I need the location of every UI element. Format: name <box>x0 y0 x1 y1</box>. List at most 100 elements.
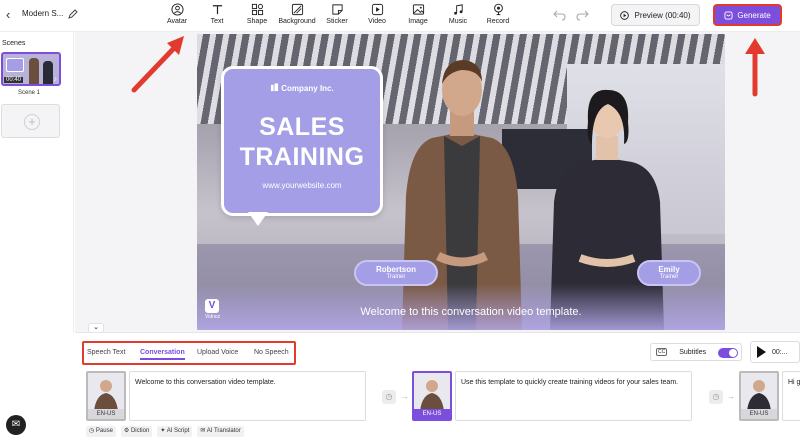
pause-tool-button[interactable]: ◷ Pause <box>86 426 116 437</box>
background-icon <box>291 3 303 16</box>
scene-duration: 00:40 <box>4 77 24 83</box>
subtitles-toggle[interactable] <box>718 348 738 358</box>
conversation-segment: EN-US Welcome to this conversation video… <box>86 371 368 423</box>
scene-thumb-woman <box>43 61 53 84</box>
tab-no-speech[interactable]: No Speech <box>254 349 289 356</box>
speech-text-field[interactable]: Use this template to quickly create trai… <box>455 371 692 421</box>
toolbar-music[interactable]: Music <box>438 3 478 25</box>
ai-script-tool-label: AI Script <box>166 428 190 434</box>
video-icon <box>371 3 383 16</box>
toolbar-sticker[interactable]: Sticker <box>317 3 357 25</box>
pause-clock-icon[interactable]: ◷ <box>382 390 396 404</box>
avatar-thumbnail <box>414 373 450 411</box>
presenter-role: Trainer <box>659 274 679 280</box>
scene-name: Scene 1 <box>18 90 41 96</box>
player-control: 00:... <box>750 341 800 363</box>
segment-avatar[interactable]: EN-US <box>739 371 779 421</box>
name-tag-robertson[interactable]: Robertson Trainer <box>354 260 438 286</box>
plus-icon: + <box>24 114 40 130</box>
card-tail <box>248 212 268 226</box>
avatar-thumbnail <box>741 373 777 411</box>
scene-thumb-card <box>6 58 24 72</box>
language-badge: EN-US <box>741 409 777 419</box>
subtitles-control: CC Subtitles <box>650 343 742 361</box>
building-icon <box>271 83 279 92</box>
generate-label: Generate <box>737 10 771 20</box>
generate-icon <box>724 10 733 20</box>
speech-mode-tabs: Speech Text Conversation Upload Voice No… <box>82 341 296 365</box>
toolbar-music-label: Music <box>448 18 468 25</box>
tab-conversation[interactable]: Conversation <box>140 349 185 360</box>
back-arrow-icon[interactable]: ‹ <box>6 8 20 22</box>
toolbar-avatar[interactable]: Avatar <box>157 3 197 25</box>
generate-button[interactable]: Generate <box>713 4 782 26</box>
segment-avatar[interactable]: EN-US <box>412 371 452 421</box>
toolbar-shape[interactable]: Shape <box>237 3 277 25</box>
language-badge: EN-US <box>88 409 124 419</box>
preview-label: Preview (00:40) <box>634 10 691 20</box>
headline-line1: SALES <box>259 113 345 141</box>
diction-tool-button[interactable]: ⚙ Diction <box>120 426 153 437</box>
undo-icon[interactable] <box>553 9 567 21</box>
top-bar: ‹ Modern S... Avatar Text Shape Backgrou… <box>0 0 800 32</box>
diction-tool-label: Diction <box>130 428 150 434</box>
company-name: Company Inc. <box>224 83 380 93</box>
music-note-icon: ♪ <box>53 76 58 83</box>
project-title[interactable]: Modern S... <box>22 9 63 18</box>
scene-thumbnail[interactable]: 00:40 ♪ <box>1 52 61 86</box>
subtitles-label: Subtitles <box>679 348 707 356</box>
toolbar-shape-label: Shape <box>246 18 268 25</box>
speech-text-field[interactable]: Hi g... <box>782 371 800 421</box>
toolbar-background-label: Background <box>278 18 316 25</box>
record-icon <box>493 3 503 16</box>
tab-upload-voice[interactable]: Upload Voice <box>197 349 238 356</box>
edit-pencil-icon[interactable] <box>67 8 79 20</box>
conversation-segment: EN-US Use this template to quickly creat… <box>412 371 694 423</box>
speech-tools: ◷ Pause ⚙ Diction ✦ AI Script ✉ AI Trans… <box>86 426 244 438</box>
toolbar-image-label: Image <box>408 18 428 25</box>
toolbar-image[interactable]: Image <box>398 3 438 25</box>
conversation-segment: EN-US Hi g... <box>739 371 800 423</box>
avatar-icon <box>170 3 184 16</box>
video-canvas[interactable]: Company Inc. SALES TRAINING www.yourwebs… <box>197 34 725 330</box>
redo-icon[interactable] <box>575 9 589 21</box>
name-tag-emily[interactable]: Emily Trainer <box>637 260 701 286</box>
toolbar-background[interactable]: Background <box>277 3 317 25</box>
company-text: Company Inc. <box>281 84 334 93</box>
collapse-chevron-icon[interactable]: ⌄ <box>88 323 104 333</box>
toolbar-sticker-label: Sticker <box>326 18 348 25</box>
toolbar-avatar-label: Avatar <box>166 18 188 25</box>
preview-button[interactable]: Preview (00:40) <box>611 4 700 26</box>
pause-clock-icon[interactable]: ◷ <box>709 390 723 404</box>
presenter-role: Trainer <box>386 274 406 280</box>
cc-icon: CC <box>656 348 668 356</box>
avatar-thumbnail <box>88 373 124 411</box>
toolbar-video-label: Video <box>368 18 386 25</box>
title-card[interactable]: Company Inc. SALES TRAINING www.yourwebs… <box>221 66 383 226</box>
help-chat-icon[interactable]: ✉ <box>6 415 26 435</box>
speech-text-field[interactable]: Welcome to this conversation video templ… <box>129 371 366 421</box>
language-badge: EN-US <box>414 409 450 419</box>
player-time: 00:... <box>772 348 788 356</box>
toolbar-record[interactable]: Record <box>478 3 518 25</box>
toolbar-video[interactable]: Video <box>357 3 397 25</box>
toolbar-record-label: Record <box>486 18 510 25</box>
headline-line2: TRAINING <box>239 143 365 171</box>
shape-icon <box>251 3 263 16</box>
toolbar-text[interactable]: Text <box>197 3 237 25</box>
scenes-title: Scenes <box>2 40 26 47</box>
connector-arrow-icon: → <box>401 392 409 401</box>
presenter-name: Emily <box>658 265 680 274</box>
pause-tool-label: Pause <box>95 428 113 434</box>
text-icon <box>212 5 222 15</box>
connector-arrow-icon: → <box>727 392 735 401</box>
ai-script-tool-button[interactable]: ✦ AI Script <box>157 426 193 437</box>
segment-avatar[interactable]: EN-US <box>86 371 126 421</box>
subtitle-caption: Welcome to this conversation video templ… <box>360 306 582 318</box>
ai-translator-tool-label: AI Translator <box>206 428 241 434</box>
toolbar-text-label: Text <box>210 18 224 25</box>
ai-translator-tool-button[interactable]: ✉ AI Translator <box>197 426 244 437</box>
tab-speech-text[interactable]: Speech Text <box>87 349 125 356</box>
add-scene-button[interactable]: + <box>1 104 60 138</box>
play-icon[interactable] <box>757 346 766 358</box>
